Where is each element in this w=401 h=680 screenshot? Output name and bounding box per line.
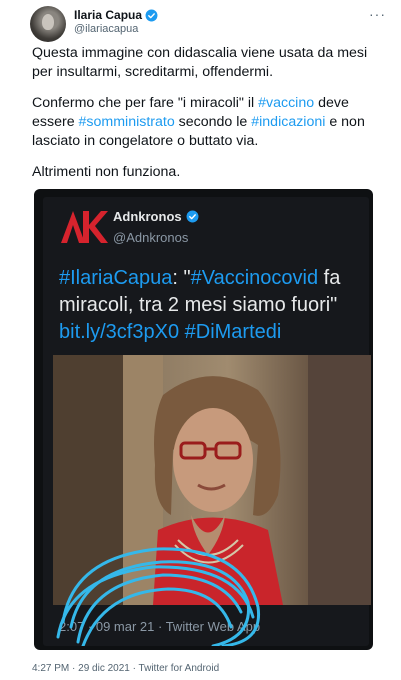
embedded-source-name-row: Adnkronos xyxy=(113,209,199,224)
hashtag-indicazioni[interactable]: #indicazioni xyxy=(251,114,325,130)
tweet-timestamp[interactable]: 4:27 PM · 29 dic 2021 · Twitter for Andr… xyxy=(32,663,219,674)
tweet-header: Ilaria Capua @ilariacapua ··· xyxy=(30,6,390,46)
text-segment: secondo le xyxy=(174,114,252,130)
hashtag-ilariacapua: #IlariaCapua xyxy=(59,267,173,289)
hashtag-somministrato[interactable]: #somministrato xyxy=(79,114,175,130)
tweet-paragraph-3: Altrimenti non funziona. xyxy=(32,164,181,180)
hashtag-dimartedi: #DiMartedi xyxy=(184,321,282,343)
tweet-paragraph-2: Confermo che per fare "i miracoli" il #v… xyxy=(32,94,377,151)
text-segment: : " xyxy=(172,267,191,289)
hashtag-vaccino[interactable]: #vaccino xyxy=(258,95,314,111)
person-portrait xyxy=(53,355,371,605)
tweet-paragraph-1: Questa immagine con didascalia viene usa… xyxy=(32,45,368,80)
embedded-tweet-text: #IlariaCapua: "#Vaccinocovid fa miracoli… xyxy=(59,265,364,346)
adnkronos-logo-icon xyxy=(61,211,108,243)
embedded-photo xyxy=(53,355,371,605)
embedded-link: bit.ly/3cf3pX0 xyxy=(59,321,180,343)
author-name-row[interactable]: Ilaria Capua xyxy=(74,8,158,22)
text-segment: Confermo che per fare "i miracoli" il xyxy=(32,95,259,111)
embedded-source-name: Adnkronos xyxy=(113,209,182,224)
hashtag-vaccinocovid: #Vaccinocovid xyxy=(190,267,319,289)
author-handle[interactable]: @ilariacapua xyxy=(74,23,138,35)
more-options-icon[interactable]: ··· xyxy=(369,6,386,22)
tweet-text: Questa immagine con didascalia viene usa… xyxy=(32,44,377,194)
embedded-tweet-card: Adnkronos @Adnkronos #IlariaCapua: "#Vac… xyxy=(43,197,371,646)
verified-badge-icon xyxy=(145,9,158,21)
embedded-tweet-meta: 2:07 · 09 mar 21 · Twitter Web App xyxy=(59,619,261,634)
avatar[interactable] xyxy=(30,6,66,42)
embedded-image[interactable]: Adnkronos @Adnkronos #IlariaCapua: "#Vac… xyxy=(34,189,373,650)
embedded-source-handle: @Adnkronos xyxy=(113,230,189,245)
verified-badge-icon xyxy=(186,210,199,223)
author-name[interactable]: Ilaria Capua xyxy=(74,8,142,22)
